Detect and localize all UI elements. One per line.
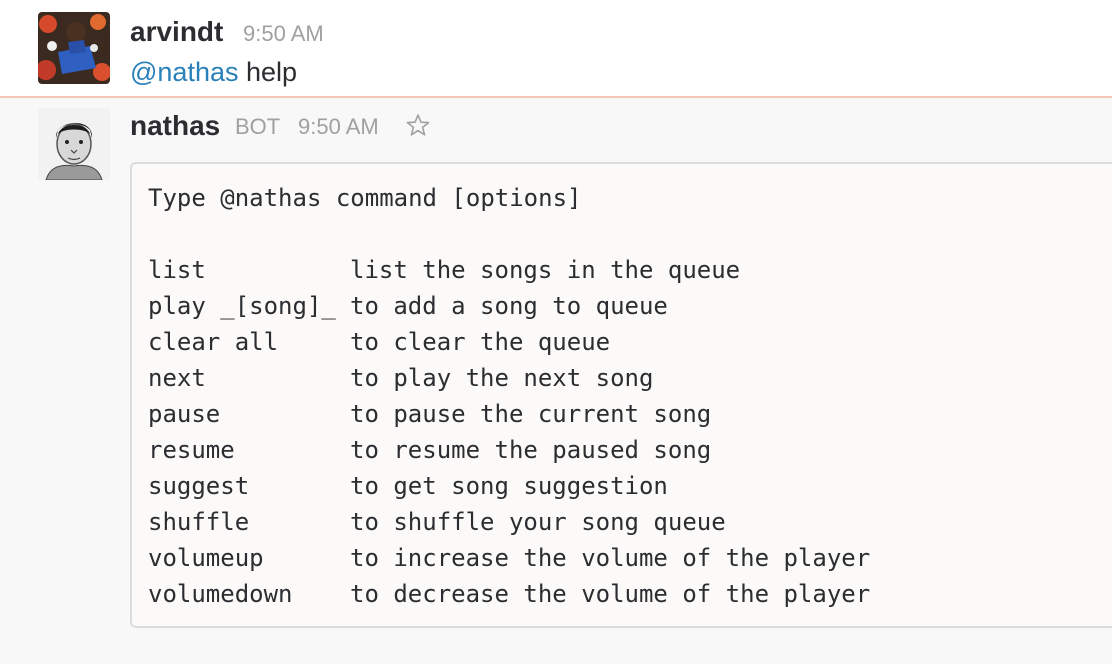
command-description: to get song suggestion bbox=[350, 472, 668, 500]
avatar-photo-icon bbox=[38, 12, 110, 84]
command-name: volumedown bbox=[148, 580, 293, 608]
command-name: volumeup bbox=[148, 544, 264, 572]
message-text: @nathas help bbox=[130, 54, 297, 90]
command-name: resume bbox=[148, 436, 235, 464]
sender-name[interactable]: arvindt bbox=[130, 14, 223, 50]
command-name: clear all bbox=[148, 328, 279, 356]
command-description: to shuffle your song queue bbox=[350, 508, 726, 536]
bot-avatar[interactable] bbox=[38, 108, 110, 180]
command-description: to add a song to queue bbox=[350, 292, 668, 320]
command-name: suggest bbox=[148, 472, 250, 500]
message-timestamp[interactable]: 9:50 AM bbox=[298, 109, 379, 145]
message-arvindt: arvindt 9:50 AM @nathas help bbox=[0, 0, 1112, 96]
message-timestamp[interactable]: 9:50 AM bbox=[243, 16, 324, 52]
user-mention[interactable]: @nathas bbox=[130, 57, 238, 87]
command-description: to clear the queue bbox=[350, 328, 611, 356]
command-name: pause bbox=[148, 400, 221, 428]
code-block: Type @nathas command [options] list list … bbox=[130, 162, 1112, 628]
avatar-sketch-icon bbox=[38, 108, 110, 180]
command-name: list bbox=[148, 256, 206, 284]
sender-name[interactable]: nathas bbox=[130, 108, 220, 144]
command-name: next bbox=[148, 364, 206, 392]
message-nathas: nathas BOT 9:50 AM Type @nathas command … bbox=[0, 98, 1112, 664]
command-description: to increase the volume of the player bbox=[350, 544, 871, 572]
command-description: list the songs in the queue bbox=[350, 256, 741, 284]
message-body: help bbox=[238, 57, 298, 87]
star-icon[interactable] bbox=[404, 112, 432, 140]
code-header: Type @nathas command [options] bbox=[148, 184, 582, 212]
bot-badge: BOT bbox=[235, 114, 281, 139]
command-name: play _[song]_ bbox=[148, 292, 336, 320]
command-name: shuffle bbox=[148, 508, 250, 536]
command-description: to resume the paused song bbox=[350, 436, 712, 464]
command-description: to play the next song bbox=[350, 364, 654, 392]
user-avatar[interactable] bbox=[38, 12, 110, 84]
command-description: to pause the current song bbox=[350, 400, 712, 428]
command-description: to decrease the volume of the player bbox=[350, 580, 871, 608]
